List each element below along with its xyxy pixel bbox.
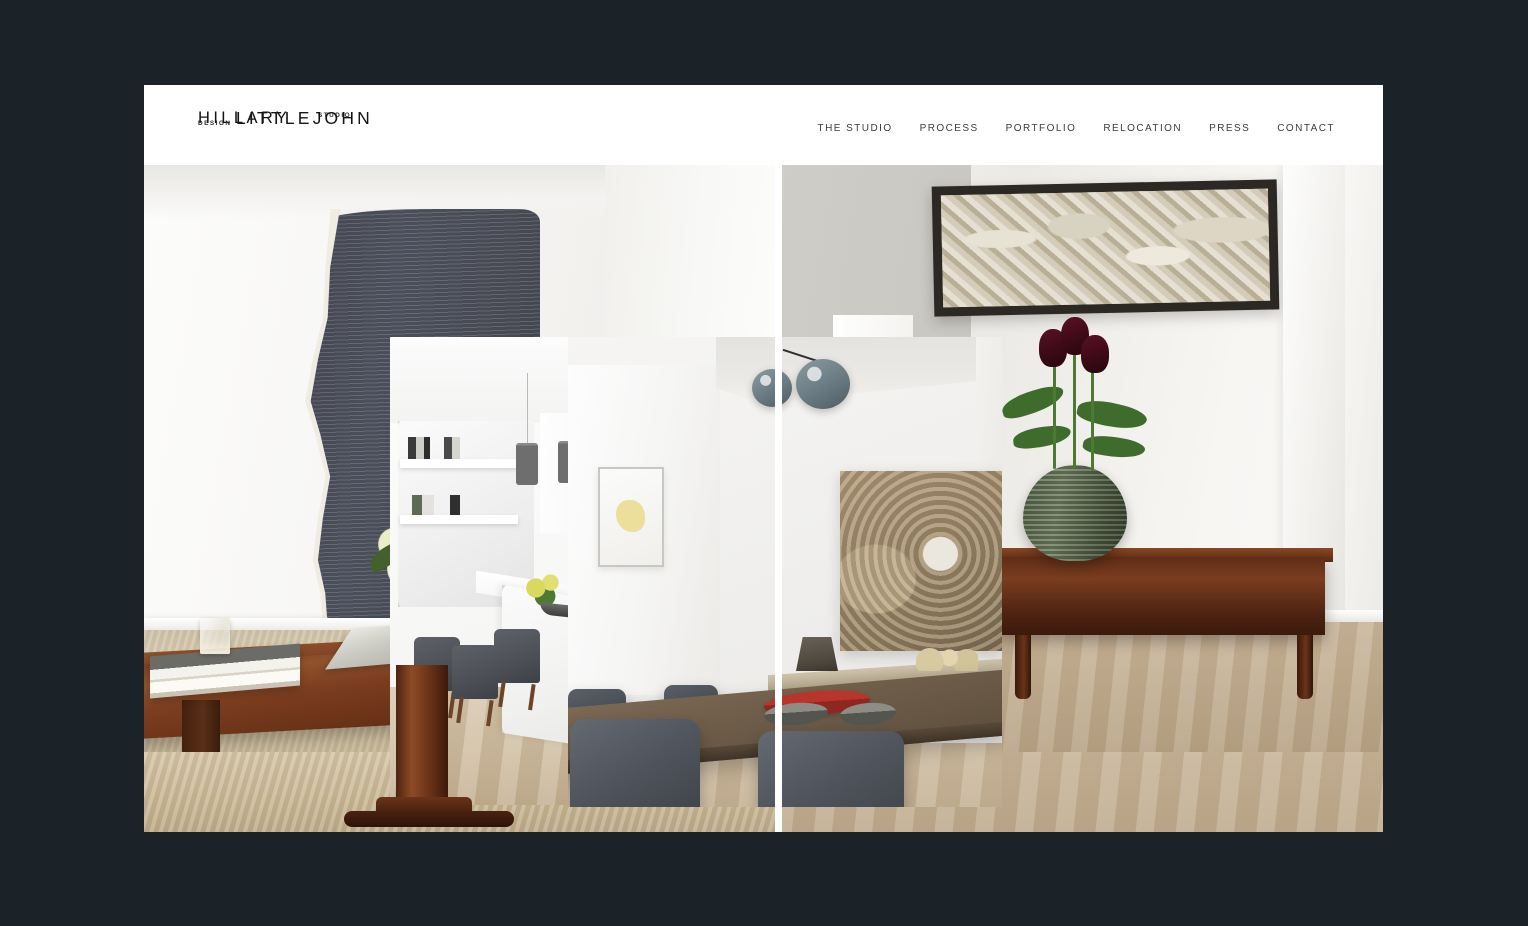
site-header: HILLARY STUDIO DESIGN LITTLEJOHN THE STU…: [144, 85, 1383, 165]
console-pedestal: [396, 665, 448, 815]
nav-item-press[interactable]: PRESS: [1209, 119, 1250, 139]
framed-abstract-artwork: [931, 179, 1280, 317]
dining-room-photo: [568, 337, 1002, 807]
dining-chair: [494, 629, 540, 683]
glass-pendant-cluster: [752, 348, 862, 411]
nav-item-contact[interactable]: CONTACT: [1277, 119, 1335, 139]
silver-tea-set: [916, 641, 978, 671]
flower-arrangement: [522, 571, 568, 605]
page-root: HILLARY STUDIO DESIGN LITTLEJOHN THE STU…: [0, 0, 1528, 926]
hero-image-dining-room[interactable]: [568, 337, 1002, 807]
logo-word-design: DESIGN: [198, 120, 232, 127]
nav-item-the-studio[interactable]: THE STUDIO: [818, 119, 893, 139]
pendant-light: [516, 373, 538, 485]
logo-line-littlejohn: LITTLEJOHN: [236, 108, 374, 128]
site-frame: HILLARY STUDIO DESIGN LITTLEJOHN THE STU…: [144, 85, 1383, 832]
nav-item-process[interactable]: PROCESS: [920, 119, 979, 139]
ribbed-green-vase: [1023, 465, 1127, 561]
candle: [200, 618, 230, 654]
console-pedestal-foot: [344, 811, 514, 827]
antique-console-table: [995, 557, 1325, 635]
upholstered-dining-chair: [570, 719, 700, 807]
framed-yellow-artwork: [598, 467, 664, 567]
collage-vertical-gap-lower: [775, 752, 782, 832]
dining-chair: [452, 645, 498, 699]
nav-item-portfolio[interactable]: PORTFOLIO: [1006, 119, 1077, 139]
site-logo[interactable]: HILLARY STUDIO DESIGN LITTLEJOHN: [198, 109, 458, 153]
tulip-bloom: [1081, 335, 1109, 373]
hero-image-collage: [144, 165, 1383, 832]
ceiling-dome-photograph: [840, 471, 1002, 651]
primary-navigation: THE STUDIO PROCESS PORTFOLIO RELOCATION …: [818, 119, 1335, 139]
table-lamp: [796, 637, 838, 671]
collage-vertical-gap: [775, 165, 782, 832]
nav-item-relocation[interactable]: RELOCATION: [1103, 119, 1182, 139]
